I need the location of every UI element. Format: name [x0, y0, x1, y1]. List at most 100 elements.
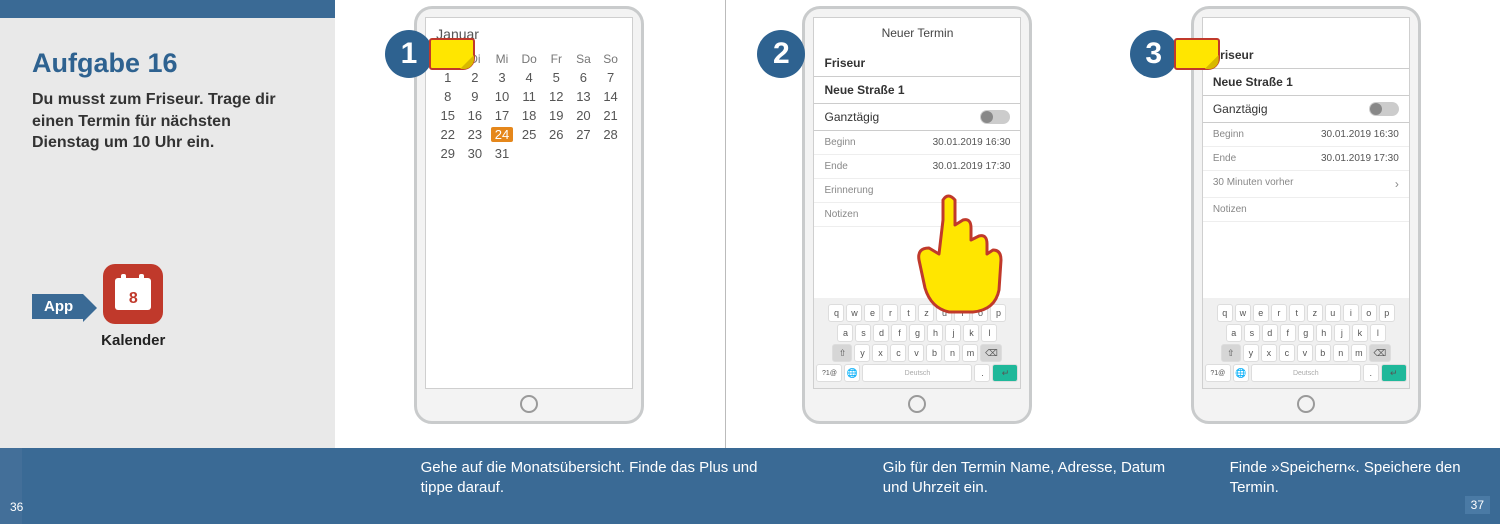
cal-day[interactable]: 9 [464, 89, 486, 104]
kb-key[interactable]: d [873, 324, 889, 342]
kb-symbols[interactable]: ?1@ [1205, 364, 1231, 382]
cal-day[interactable]: 20 [572, 108, 594, 123]
cal-day[interactable]: 4 [518, 70, 540, 85]
reminder-row[interactable]: Erinnerung [814, 179, 1020, 203]
kb-key[interactable]: n [1333, 344, 1349, 362]
kb-key[interactable]: c [1279, 344, 1295, 362]
kb-key[interactable]: w [846, 304, 862, 322]
kb-key[interactable]: d [1262, 324, 1278, 342]
kb-key[interactable]: y [1243, 344, 1259, 362]
cal-day[interactable]: 7 [600, 70, 622, 85]
kb-key[interactable]: e [1253, 304, 1269, 322]
allday-toggle[interactable] [980, 110, 1010, 124]
kb-key[interactable]: f [891, 324, 907, 342]
kb-key[interactable]: b [1315, 344, 1331, 362]
reminder-row[interactable]: 30 Minuten vorher› [1203, 171, 1409, 198]
cal-day[interactable]: 19 [545, 108, 567, 123]
kb-key[interactable]: j [1334, 324, 1350, 342]
kb-key[interactable]: o [972, 304, 988, 322]
kb-key[interactable]: l [981, 324, 997, 342]
kb-key[interactable]: g [909, 324, 925, 342]
kb-key[interactable]: h [927, 324, 943, 342]
kb-space[interactable]: Deutsch [1251, 364, 1361, 382]
cal-day[interactable]: 10 [491, 89, 513, 104]
cal-day[interactable]: 3 [491, 70, 513, 85]
kb-key[interactable]: a [837, 324, 853, 342]
kb-key[interactable]: h [1316, 324, 1332, 342]
kb-key[interactable]: g [1298, 324, 1314, 342]
begin-row[interactable]: Beginn30.01.2019 16:30 [1203, 123, 1409, 147]
allday-row[interactable]: Ganztägig [814, 104, 1020, 131]
kb-key[interactable]: r [1271, 304, 1287, 322]
cal-day[interactable]: 29 [437, 146, 459, 161]
kb-key[interactable]: a [1226, 324, 1242, 342]
kb-lang-icon[interactable]: 🌐 [844, 364, 860, 382]
cal-day-selected[interactable]: 24 [491, 127, 513, 142]
kb-key[interactable]: s [1244, 324, 1260, 342]
begin-row[interactable]: Beginn30.01.2019 16:30 [814, 131, 1020, 155]
kb-key[interactable]: u [1325, 304, 1341, 322]
kb-key[interactable]: x [872, 344, 888, 362]
cal-day[interactable]: 18 [518, 108, 540, 123]
cal-day[interactable]: 14 [600, 89, 622, 104]
kb-key[interactable]: r [882, 304, 898, 322]
cal-day[interactable]: 8 [437, 89, 459, 104]
event-title-field[interactable]: Friseur [1203, 42, 1409, 69]
kb-backspace[interactable]: ⌫ [1369, 344, 1391, 362]
kb-dot[interactable]: . [974, 364, 990, 382]
notes-row[interactable]: Notizen [1203, 198, 1409, 222]
home-button[interactable] [520, 395, 538, 413]
cal-day[interactable]: 12 [545, 89, 567, 104]
kb-key[interactable]: c [890, 344, 906, 362]
cal-day[interactable]: 11 [518, 89, 540, 104]
cal-day[interactable]: 16 [464, 108, 486, 123]
kb-lang-icon[interactable]: 🌐 [1233, 364, 1249, 382]
kb-shift[interactable]: ⇧ [1221, 344, 1241, 362]
kb-key[interactable]: w [1235, 304, 1251, 322]
kb-key[interactable]: y [854, 344, 870, 362]
kb-key[interactable]: q [828, 304, 844, 322]
cal-day[interactable]: 15 [437, 108, 459, 123]
cal-day[interactable]: 26 [545, 127, 567, 142]
cal-day[interactable]: 25 [518, 127, 540, 142]
end-row[interactable]: Ende30.01.2019 17:30 [814, 155, 1020, 179]
cal-day[interactable]: 31 [491, 146, 513, 161]
event-address-field[interactable]: Neue Straße 1 [1203, 69, 1409, 96]
kb-key[interactable]: s [855, 324, 871, 342]
kb-key[interactable]: u [936, 304, 952, 322]
kb-key[interactable]: b [926, 344, 942, 362]
kb-enter[interactable]: ↵ [1381, 364, 1407, 382]
kb-key[interactable]: q [1217, 304, 1233, 322]
kb-key[interactable]: o [1361, 304, 1377, 322]
event-title-field[interactable]: Friseur [814, 50, 1020, 77]
cal-day[interactable]: 28 [600, 127, 622, 142]
kb-key[interactable]: f [1280, 324, 1296, 342]
cal-day[interactable]: 13 [572, 89, 594, 104]
kb-dot[interactable]: . [1363, 364, 1379, 382]
cal-day[interactable]: 5 [545, 70, 567, 85]
allday-row[interactable]: Ganztägig [1203, 96, 1409, 123]
event-address-field[interactable]: Neue Straße 1 [814, 77, 1020, 104]
kb-key[interactable]: x [1261, 344, 1277, 362]
kb-key[interactable]: t [1289, 304, 1305, 322]
kb-enter[interactable]: ↵ [992, 364, 1018, 382]
kb-key[interactable]: n [944, 344, 960, 362]
kb-key[interactable]: z [1307, 304, 1323, 322]
allday-toggle[interactable] [1369, 102, 1399, 116]
keyboard[interactable]: qwertzuiop asdfghjkl ⇧yxcvbnm⌫ ?1@🌐Deuts… [814, 298, 1020, 388]
cal-day[interactable]: 30 [464, 146, 486, 161]
home-button[interactable] [1297, 395, 1315, 413]
kb-key[interactable]: t [900, 304, 916, 322]
kb-key[interactable]: z [918, 304, 934, 322]
kb-key[interactable]: l [1370, 324, 1386, 342]
kb-key[interactable]: e [864, 304, 880, 322]
kb-key[interactable]: v [908, 344, 924, 362]
kb-key[interactable]: m [1351, 344, 1367, 362]
end-row[interactable]: Ende30.01.2019 17:30 [1203, 147, 1409, 171]
cal-day[interactable]: 22 [437, 127, 459, 142]
kb-key[interactable]: j [945, 324, 961, 342]
kb-key[interactable]: p [990, 304, 1006, 322]
kb-key[interactable]: i [1343, 304, 1359, 322]
kb-key[interactable]: i [954, 304, 970, 322]
kb-key[interactable]: m [962, 344, 978, 362]
